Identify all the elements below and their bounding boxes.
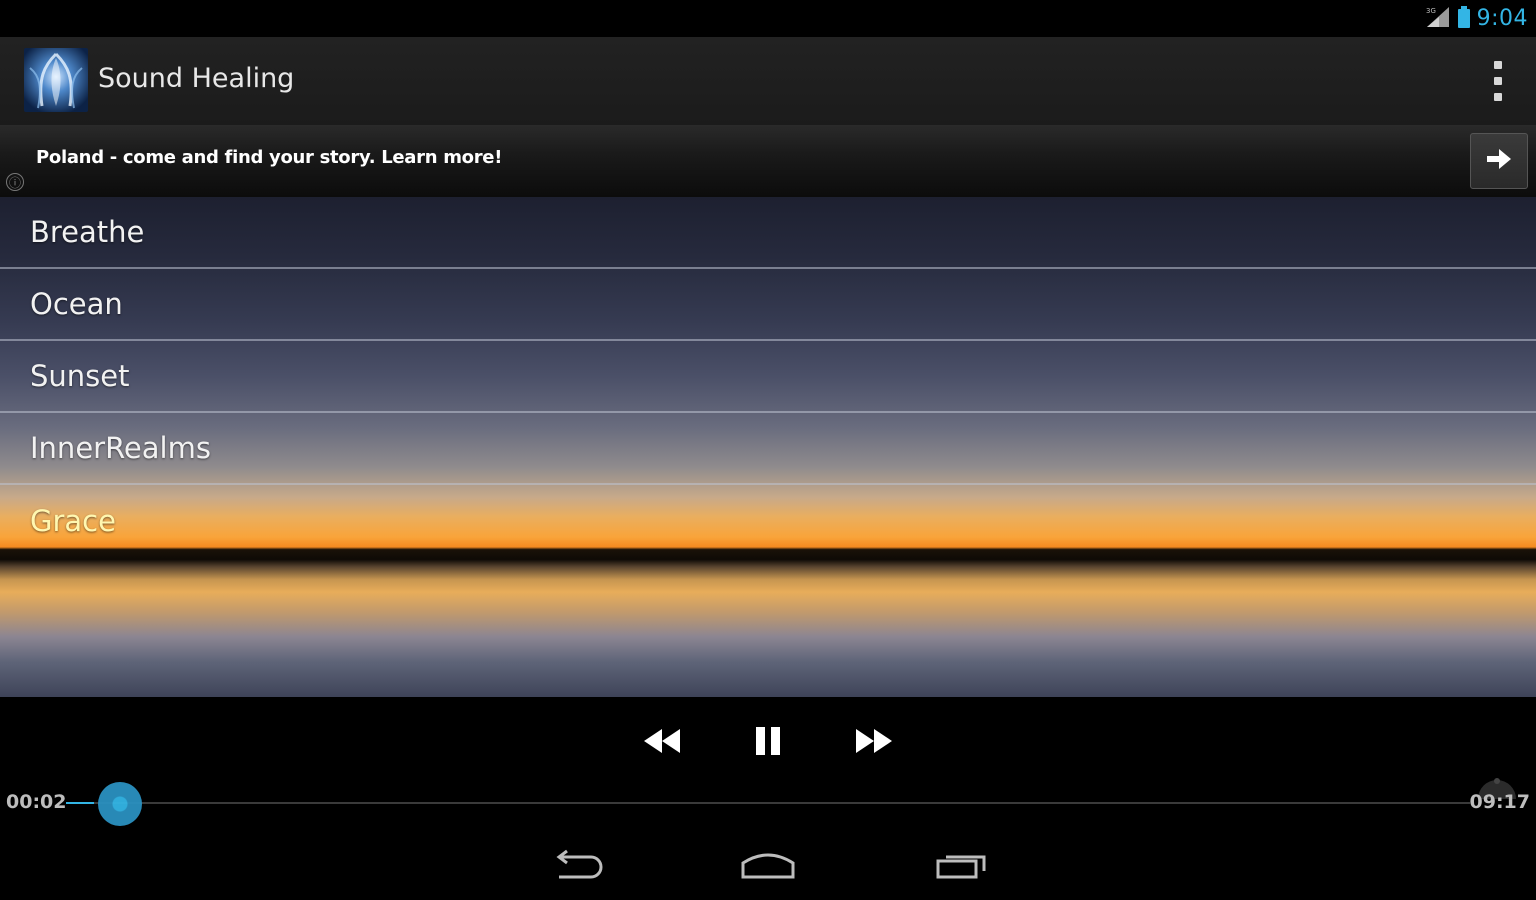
home-icon bbox=[739, 849, 797, 885]
fast-forward-icon bbox=[854, 727, 894, 759]
back-button[interactable] bbox=[546, 849, 606, 885]
arrow-right-icon bbox=[1485, 147, 1513, 175]
pause-button[interactable] bbox=[740, 725, 796, 761]
app-logo-icon[interactable] bbox=[24, 48, 88, 112]
list-item[interactable]: Breathe bbox=[0, 197, 1536, 269]
app-title: Sound Healing bbox=[98, 63, 295, 94]
list-item[interactable]: InnerRealms bbox=[0, 413, 1536, 485]
fast-forward-button[interactable] bbox=[846, 725, 902, 761]
status-clock: 9:04 bbox=[1476, 6, 1528, 31]
rewind-icon bbox=[642, 727, 682, 759]
current-time: 00:02 bbox=[6, 791, 67, 813]
list-item[interactable]: Ocean bbox=[0, 269, 1536, 341]
status-bar: 3G 9:04 bbox=[0, 0, 1536, 37]
seek-bar-progress bbox=[66, 802, 95, 804]
seek-bar[interactable] bbox=[66, 782, 1470, 826]
total-time: 09:17 bbox=[1469, 791, 1530, 813]
ad-text[interactable]: Poland - come and find your story. Learn… bbox=[36, 147, 502, 168]
list-item[interactable]: Sunset bbox=[0, 341, 1536, 413]
recent-apps-icon bbox=[934, 849, 990, 885]
navigation-bar bbox=[0, 837, 1536, 900]
track-list-area: Breathe Ocean Sunset InnerRealms Grace bbox=[0, 197, 1536, 697]
rewind-button[interactable] bbox=[634, 725, 690, 761]
app-root: 3G 9:04 Sound Healing Poland - come and … bbox=[0, 0, 1536, 900]
recent-apps-button[interactable] bbox=[932, 849, 992, 885]
svg-text:3G: 3G bbox=[1426, 7, 1436, 15]
seek-thumb[interactable] bbox=[98, 782, 143, 826]
action-bar: Sound Healing bbox=[0, 37, 1536, 126]
back-icon bbox=[549, 849, 603, 885]
home-button[interactable] bbox=[738, 849, 798, 885]
info-icon[interactable]: ⓘ bbox=[6, 173, 24, 191]
player-controls: 00:02 09:17 bbox=[0, 697, 1536, 837]
pause-icon bbox=[753, 726, 783, 760]
signal-icon: 3G bbox=[1425, 5, 1451, 33]
track-list: Breathe Ocean Sunset InnerRealms Grace bbox=[0, 197, 1536, 557]
overflow-menu-icon[interactable] bbox=[1490, 61, 1506, 101]
ad-arrow-button[interactable] bbox=[1470, 133, 1528, 189]
list-item[interactable]: Grace bbox=[0, 485, 1536, 557]
battery-icon bbox=[1457, 5, 1471, 33]
ad-banner[interactable]: Poland - come and find your story. Learn… bbox=[0, 125, 1536, 197]
